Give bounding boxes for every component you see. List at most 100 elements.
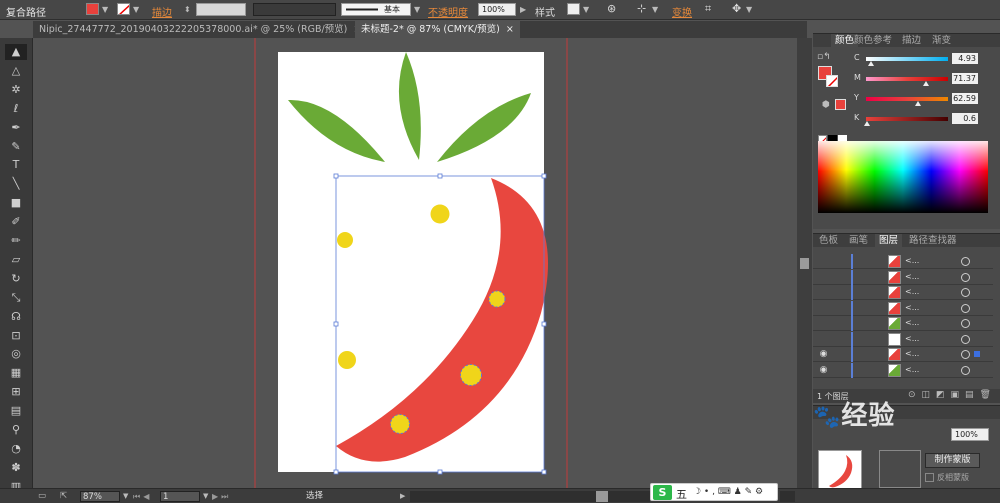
isolate-object-icon[interactable]: ⌗ [705,2,711,16]
opacity-field[interactable]: 100% [478,3,516,16]
default-fill-stroke-icon[interactable]: ▫↰ [817,52,831,62]
slider-value-y[interactable]: 62.59 [952,93,978,104]
transparency-opacity-field[interactable]: 100% [951,428,989,441]
horizontal-scrollbar-thumb[interactable] [596,491,608,502]
layer-actions-icons[interactable]: ⊙◫◩▣▤🗑 [908,390,997,400]
ime-toolbar[interactable]: S 五 ☽ • , ⌨ ♟ ✎ ⚙ [650,483,778,501]
seed-dot[interactable] [337,232,353,248]
eye-icon[interactable]: ◉ [818,365,829,376]
visibility-toggle[interactable] [818,256,829,267]
line-tool-icon[interactable]: ╲ [5,176,27,192]
magic-wand-tool-icon[interactable]: ✲ [5,82,27,98]
shape-builder-tool-icon[interactable]: ◎ [5,346,27,362]
first-prev-artboard-icons[interactable]: ⏮◀ [133,491,152,502]
gradient-tool-icon[interactable]: ▤ [5,403,27,419]
selection-tool-icon[interactable]: ▲ [5,44,27,60]
stroke-weight-field[interactable] [196,3,246,16]
opacity-dropdown-icon[interactable]: ▶ [520,5,526,14]
variable-width-profile-dropdown[interactable] [253,3,336,16]
target-circle-icon[interactable] [961,288,970,297]
layer-name[interactable]: <... [905,303,919,312]
stroke-color-box[interactable] [826,75,838,87]
tab-gradient[interactable]: 渐变 [928,34,955,47]
eraser-tool-icon[interactable]: ▱ [5,252,27,268]
artboard-number-field[interactable]: 1 [160,491,200,502]
tab-nipic-document[interactable]: Nipic_27447772_20190403222205378000.ai* … [33,21,367,38]
paintbrush-tool-icon[interactable]: ✐ [5,214,27,230]
visibility-toggle[interactable] [818,318,829,329]
layer-row[interactable]: <... [813,300,993,316]
layer-name[interactable]: <... [905,272,919,281]
visibility-toggle[interactable] [818,334,829,345]
layer-row[interactable]: <... [813,316,993,331]
tab-swatches[interactable]: 色板 [815,234,842,247]
tab-layers[interactable]: 图层 [875,234,903,247]
scale-tool-icon[interactable]: ⤡ [5,290,27,306]
layer-name[interactable]: <... [905,334,919,343]
gamut-color-swatch[interactable] [835,99,846,110]
seed-dot-selected[interactable] [390,414,410,434]
artboard-dropdown-icon[interactable]: ▼ [203,491,208,502]
brush-definition-dropdown[interactable]: 基本 [341,3,411,16]
visibility-toggle[interactable] [818,303,829,314]
artboard-nav-icon[interactable]: ▭ [38,491,46,502]
lasso-tool-icon[interactable]: ℓ [5,101,27,117]
zoom-field[interactable]: 87% [80,491,120,502]
layer-row[interactable]: <... [813,285,993,300]
zoom-dropdown-icon[interactable]: ▼ [123,491,128,502]
direct-selection-tool-icon[interactable]: △ [5,63,27,79]
slider-track-k[interactable] [866,117,948,121]
slider-value-k[interactable]: 0.6 [952,113,978,124]
status-dropdown-icon[interactable]: ▶ [400,491,405,502]
layer-name[interactable]: <... [905,256,919,265]
target-circle-icon[interactable] [961,365,970,375]
fill-dropdown-icon[interactable]: ▼ [102,5,108,14]
scrollbar-thumb[interactable] [800,258,809,269]
slider-thumb-m[interactable] [922,81,929,86]
eyedropper-tool-icon[interactable]: ⚲ [5,422,27,438]
canvas[interactable] [33,38,797,488]
slider-thumb-c[interactable] [868,61,875,66]
pathfinder-icon[interactable]: ✥ [732,2,741,15]
rotate-tool-icon[interactable]: ↻ [5,271,27,287]
target-circle-icon[interactable] [961,350,970,359]
slider-value-c[interactable]: 4.93 [952,53,978,64]
tab-brushes[interactable]: 画笔 [845,234,872,247]
slider-track-m[interactable] [866,77,948,81]
slider-track-y[interactable] [866,97,948,101]
blend-tool-icon[interactable]: ◔ [5,441,27,457]
layer-name[interactable]: <... [905,287,919,296]
tab-untitled-2[interactable]: 未标题-2* @ 87% (CMYK/预览) × [355,21,520,38]
brush-dropdown-icon[interactable]: ▼ [414,5,420,14]
seed-dot-selected[interactable] [460,364,482,386]
target-circle-icon[interactable] [961,272,970,282]
seed-dot[interactable] [338,351,356,369]
layer-name[interactable]: <... [905,365,919,374]
pen-tool-icon[interactable]: ✒ [5,120,27,136]
layer-row[interactable]: <... [813,269,993,285]
selection-indicator[interactable] [974,351,980,357]
invert-mask-checkbox[interactable] [925,473,934,482]
visibility-toggle[interactable] [818,287,829,298]
layer-row[interactable]: ◉ <... [813,347,993,362]
canvas-horizontal-scrollbar[interactable] [410,491,650,502]
align-icon[interactable]: ⊹ [637,2,646,15]
more-dropdown-icon[interactable]: ▼ [746,5,752,14]
style-dropdown-icon[interactable]: ▼ [583,5,589,14]
object-thumbnail[interactable] [818,450,862,490]
layer-row[interactable]: <... [813,331,993,347]
eye-icon[interactable]: ◉ [818,349,829,360]
symbol-sprayer-tool-icon[interactable]: ✽ [5,460,27,476]
seed-dot-selected[interactable] [488,290,506,308]
tab-color-guide[interactable]: 颜色参考 [850,34,896,47]
warp-tool-icon[interactable]: ☊ [5,309,27,325]
fill-swatch[interactable] [86,3,99,15]
target-circle-icon[interactable] [961,303,970,313]
canvas-vertical-scrollbar[interactable] [797,38,812,488]
transform-label[interactable]: 变换 [672,4,692,19]
recolor-artwork-icon[interactable]: ⊛ [607,2,616,15]
slider-value-m[interactable]: 71.37 [952,73,978,84]
target-circle-icon[interactable] [961,334,970,344]
layer-row[interactable]: <... [813,254,993,269]
tab-pathfinder[interactable]: 路径查找器 [905,234,961,247]
